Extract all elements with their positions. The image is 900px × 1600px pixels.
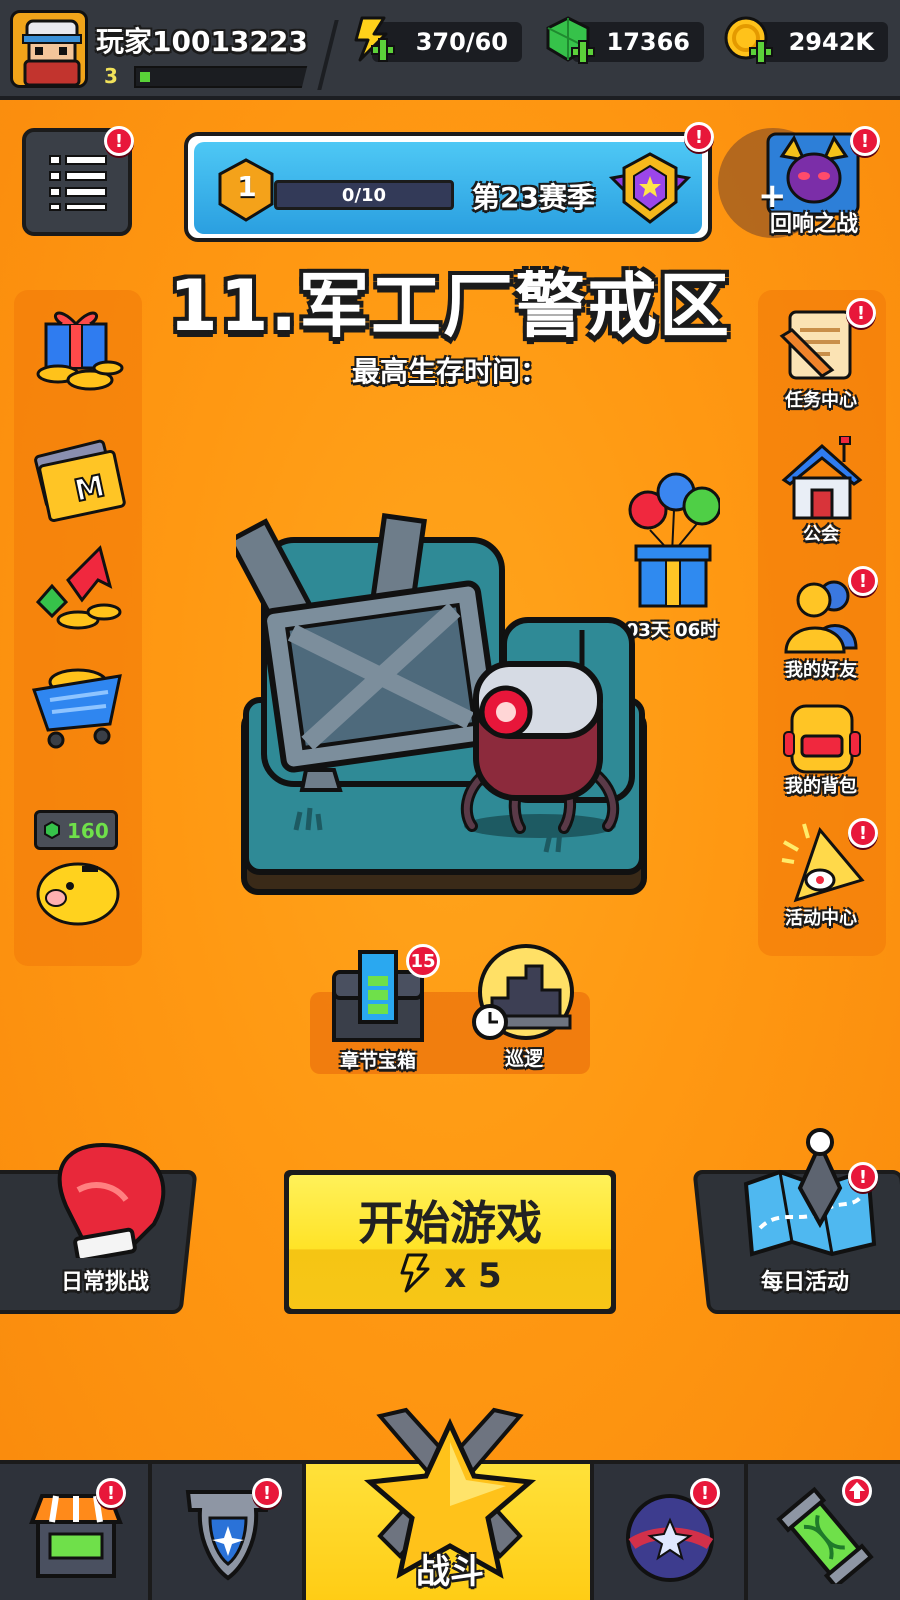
map-icon <box>743 1128 877 1257</box>
guild-label: 公会 <box>803 524 839 545</box>
event-center-label: 活动中心 <box>785 908 857 929</box>
growth-fund-button[interactable] <box>28 540 128 640</box>
patrol-icon <box>472 944 574 1040</box>
notification-badge: ! <box>104 126 134 156</box>
nav-tab-evolution[interactable] <box>748 1464 900 1600</box>
start-game-cost: x 5 <box>289 1253 611 1302</box>
piggy-bank-button[interactable]: 160 <box>28 806 128 930</box>
patrol-button[interactable]: 巡逻 <box>466 942 582 1072</box>
gold-add-button[interactable] <box>722 14 774 66</box>
xp-bar-fill <box>140 72 150 82</box>
gem-icon <box>44 821 60 839</box>
gem-add-button[interactable] <box>544 14 596 66</box>
notification-badge: ! <box>848 566 878 596</box>
nav-tab-equipment[interactable]: ! <box>152 1464 306 1600</box>
player-level: 3 <box>104 64 118 88</box>
shop-cart-button[interactable] <box>28 654 128 754</box>
shopping-cart-icon <box>31 668 122 749</box>
piggy-bank-icon <box>36 862 120 926</box>
season-panel[interactable]: 1 0/10 第23赛季 ! <box>184 122 714 242</box>
lightning-icon <box>354 16 395 62</box>
notification-badge: ! <box>848 1162 878 1192</box>
top-bar: 玩家10013223 3 370/60 17366 2942K <box>0 0 900 100</box>
season-label: 第23赛季 <box>472 181 595 214</box>
piggy-value: 160 <box>67 819 109 843</box>
season-rank: 1 <box>237 170 257 203</box>
friends-button[interactable]: 我的好友 ! <box>766 566 878 686</box>
player-avatar[interactable] <box>10 10 88 88</box>
stage-scene[interactable] <box>226 500 656 910</box>
daily-challenge-label: 日常挑战 <box>60 1270 149 1295</box>
backpack-icon <box>783 704 861 774</box>
gold-value: 2942K <box>788 28 874 56</box>
guild-button[interactable]: 公会 <box>766 436 876 554</box>
start-game-label: 开始游戏 <box>358 1196 542 1250</box>
notification-badge: ! <box>684 122 714 152</box>
season-emblem-icon <box>608 152 692 224</box>
xp-bar <box>134 66 314 88</box>
energy-add-button[interactable] <box>344 14 396 66</box>
bottom-navigation: ! ! 战斗 ! <box>0 1407 900 1600</box>
chest-count-badge: 15 <box>406 944 440 978</box>
list-icon <box>49 155 107 211</box>
arrow-up-icon <box>849 1482 865 1499</box>
energy-value: 370/60 <box>415 28 508 56</box>
upgrade-badge <box>842 1476 872 1506</box>
menu-button[interactable]: ! <box>22 126 134 236</box>
event-center-button[interactable]: 活动中心 ! <box>766 818 878 936</box>
monthly-card-icon: M <box>34 439 126 523</box>
nav-battle-label: 战斗 <box>416 1552 484 1592</box>
chapter-chest-button[interactable]: 15 章节宝箱 <box>324 944 440 1072</box>
monthly-card-button[interactable]: M <box>28 428 128 528</box>
notification-badge: ! <box>850 126 880 156</box>
start-cost-value: x 5 <box>444 1256 502 1296</box>
gift-coins-icon <box>36 311 124 391</box>
patrol-label: 巡逻 <box>504 1048 543 1070</box>
stage-illustration <box>226 512 647 895</box>
backpack-label: 我的背包 <box>785 776 857 797</box>
daily-activity-label: 每日活动 <box>760 1270 849 1295</box>
echo-battle-button[interactable]: + 回响之战 ! <box>716 126 886 246</box>
season-panel-inner: 1 0/10 第23赛季 <box>194 142 702 234</box>
backpack-button[interactable]: 我的背包 <box>766 696 876 814</box>
nav-tab-battle[interactable]: 战斗 <box>306 1407 594 1600</box>
task-center-button[interactable]: 任务中心 ! <box>766 298 876 418</box>
nav-tab-talent[interactable]: ! <box>594 1464 748 1600</box>
player-name: 玩家10013223 <box>96 25 308 58</box>
notification-badge: ! <box>848 818 878 848</box>
piggy-value-tag: 160 <box>34 810 118 850</box>
nav-tab-shop[interactable]: ! <box>0 1464 152 1600</box>
boxing-glove-icon <box>57 1143 166 1258</box>
start-game-face: 开始游戏 x 5 <box>289 1175 611 1309</box>
start-game-button[interactable]: 开始游戏 x 5 <box>284 1170 616 1314</box>
gem-value: 17366 <box>606 28 691 56</box>
notification-badge: ! <box>96 1478 126 1508</box>
growth-arrow-icon <box>35 545 122 630</box>
lightning-icon <box>398 1253 432 1302</box>
echo-battle-label: 回响之战 <box>770 212 859 237</box>
notification-badge: ! <box>690 1478 720 1508</box>
season-progress: 0/10 <box>274 180 454 210</box>
coin-icon <box>724 16 773 64</box>
notification-badge: ! <box>252 1478 282 1508</box>
gem-icon <box>546 16 595 64</box>
friends-label: 我的好友 <box>785 660 857 681</box>
gift-coins-button[interactable] <box>28 300 128 400</box>
guild-house-icon <box>781 436 863 520</box>
task-center-label: 任务中心 <box>785 390 857 411</box>
notification-badge: ! <box>846 298 876 328</box>
chapter-chest-label: 章节宝箱 <box>339 1050 416 1072</box>
